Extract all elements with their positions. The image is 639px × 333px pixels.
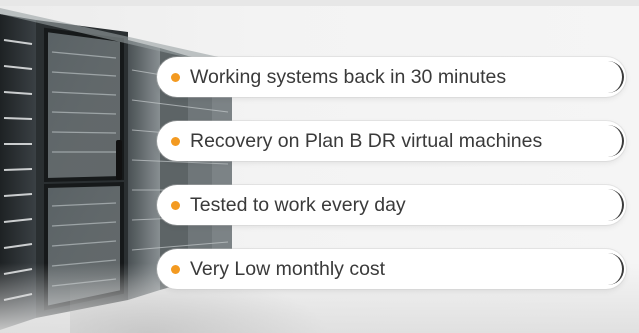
orange-dot-icon xyxy=(171,72,180,82)
orange-dot-icon xyxy=(171,200,180,210)
orange-dot-icon xyxy=(171,136,180,146)
feature-label: Very Low monthly cost xyxy=(190,257,386,280)
feature-item: Recovery on Plan B DR virtual machines xyxy=(157,121,626,161)
orange-dot-icon xyxy=(171,264,180,274)
feature-list: Working systems back in 30 minutes Recov… xyxy=(0,0,639,333)
banner: Working systems back in 30 minutes Recov… xyxy=(0,0,639,333)
feature-item: Tested to work every day xyxy=(157,185,626,225)
feature-label: Tested to work every day xyxy=(190,193,406,216)
feature-label: Recovery on Plan B DR virtual machines xyxy=(190,129,543,152)
feature-item: Working systems back in 30 minutes xyxy=(157,57,626,97)
feature-label: Working systems back in 30 minutes xyxy=(190,65,507,88)
feature-item: Very Low monthly cost xyxy=(157,249,626,289)
